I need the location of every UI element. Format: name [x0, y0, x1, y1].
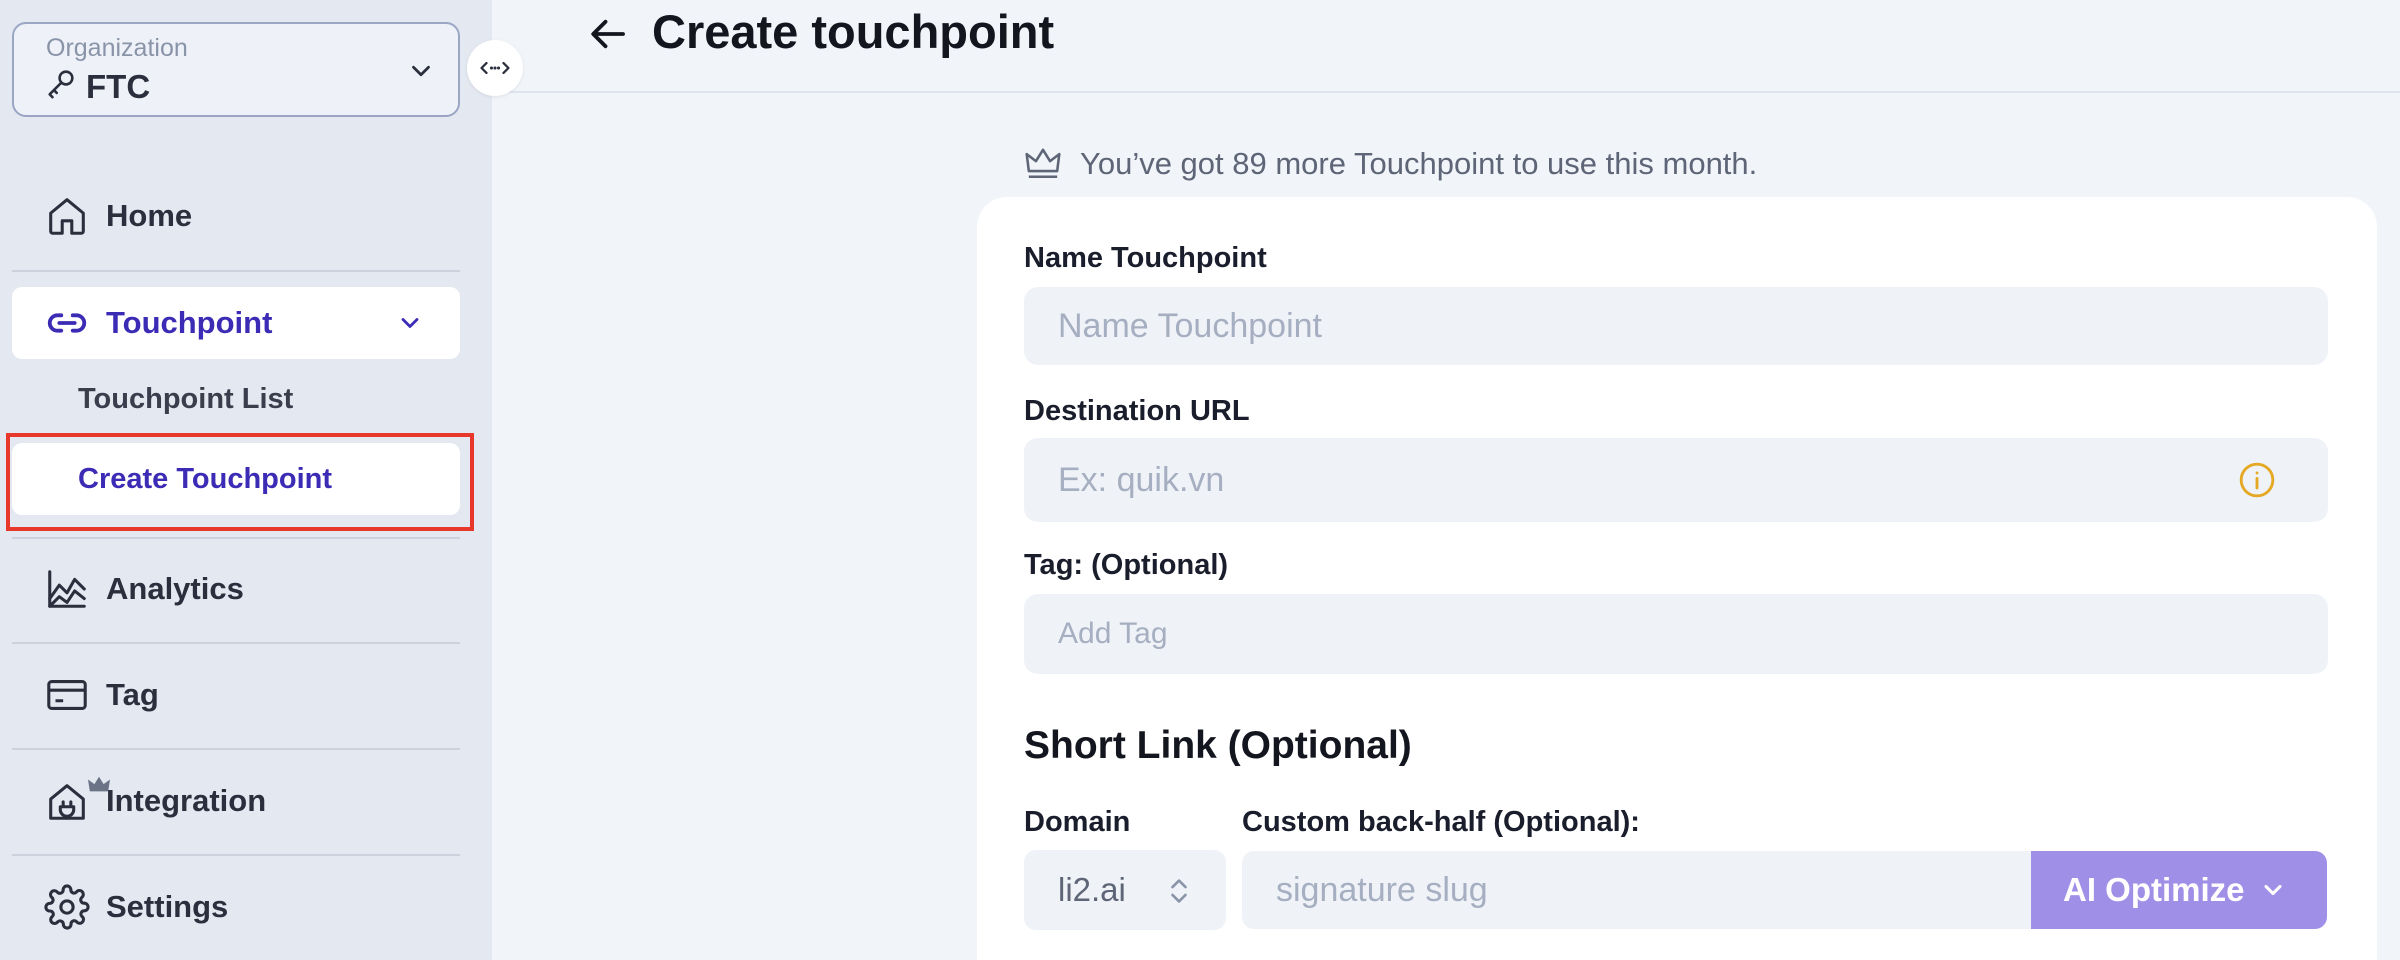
sidebar-item-label: Integration: [106, 783, 267, 818]
sidebar-item-touchpoint[interactable]: Touchpoint: [12, 287, 460, 359]
domain-select[interactable]: li2.ai: [1024, 850, 1226, 930]
back-arrow-icon[interactable]: [588, 13, 630, 55]
sidebar-subitem-create-touchpoint[interactable]: Create Touchpoint: [12, 443, 460, 515]
custom-back-half-placeholder: signature slug: [1276, 870, 1488, 909]
name-touchpoint-label: Name Touchpoint: [1024, 242, 1267, 274]
gear-icon: [44, 884, 90, 930]
divider: [12, 748, 460, 750]
info-icon[interactable]: [2238, 461, 2276, 499]
destination-url-input[interactable]: Ex: quik.vn: [1024, 438, 2328, 522]
ai-optimize-button[interactable]: AI Optimize: [2031, 851, 2327, 929]
sidebar-item-label: Analytics: [106, 571, 244, 606]
sidebar-item-label: Tag: [106, 677, 159, 712]
sidebar-item-label: Settings: [106, 889, 229, 924]
key-icon: [44, 66, 78, 108]
divider: [12, 270, 460, 272]
chevron-down-icon: [412, 65, 430, 77]
sidebar-subitem-touchpoint-list[interactable]: Touchpoint List: [12, 363, 460, 435]
expand-arrows-icon: [480, 61, 510, 75]
add-tag-input[interactable]: Add Tag: [1024, 594, 2328, 674]
custom-back-half-input[interactable]: signature slug: [1242, 851, 2032, 929]
card-icon: [44, 672, 90, 718]
ai-optimize-label: AI Optimize: [2063, 871, 2245, 908]
name-touchpoint-input[interactable]: Name Touchpoint: [1024, 287, 2328, 365]
add-tag-placeholder: Add Tag: [1058, 617, 1168, 650]
home-icon: [44, 193, 90, 239]
sidebar-item-integration[interactable]: Integration: [12, 765, 460, 837]
page-header: Create touchpoint: [492, 0, 2400, 93]
quota-text: You’ve got 89 more Touchpoint to use thi…: [1080, 146, 1758, 181]
page-title: Create touchpoint: [652, 5, 1055, 58]
name-touchpoint-placeholder: Name Touchpoint: [1058, 306, 1322, 345]
organization-value-wrap: FTC: [44, 66, 150, 108]
organization-value: FTC: [86, 68, 151, 105]
sidebar-subitem-label: Create Touchpoint: [78, 462, 333, 495]
sidebar-item-settings[interactable]: Settings: [12, 871, 460, 943]
crown-icon: [88, 776, 110, 792]
destination-url-placeholder: Ex: quik.vn: [1058, 460, 1225, 499]
divider: [12, 537, 460, 539]
divider: [12, 854, 460, 856]
link-icon: [44, 300, 90, 346]
chevron-up-down-icon: [1171, 879, 1187, 903]
organization-caption: Organization: [46, 34, 188, 62]
sidebar-item-label: Touchpoint: [106, 305, 273, 340]
tag-label: Tag: (Optional): [1024, 549, 1229, 581]
quota-notice: You’ve got 89 more Touchpoint to use thi…: [1024, 146, 1757, 182]
chart-icon: [44, 566, 90, 612]
sidebar-item-tag[interactable]: Tag: [12, 659, 460, 731]
sidebar-item-label: Home: [106, 198, 193, 233]
sidebar-item-home[interactable]: Home: [12, 180, 460, 252]
short-link-title: Short Link (Optional): [1024, 724, 1412, 767]
sidebar-subitem-label: Touchpoint List: [78, 382, 294, 415]
chevron-down-icon: [401, 318, 419, 328]
destination-url-label: Destination URL: [1024, 395, 1250, 427]
organization-select[interactable]: Organization FTC: [12, 22, 460, 117]
crown-icon: [1025, 148, 1061, 179]
domain-label: Domain: [1024, 806, 1131, 838]
plug-icon: [44, 778, 90, 824]
sidebar: Organization FTC Home Touchpoint Touchpo…: [0, 0, 492, 960]
custom-back-half-label: Custom back-half (Optional):: [1242, 806, 1640, 838]
chevron-down-icon: [2264, 884, 2282, 896]
divider: [12, 642, 460, 644]
collapse-sidebar-button[interactable]: [467, 40, 523, 96]
sidebar-item-analytics[interactable]: Analytics: [12, 553, 460, 625]
domain-value: li2.ai: [1058, 871, 1126, 908]
